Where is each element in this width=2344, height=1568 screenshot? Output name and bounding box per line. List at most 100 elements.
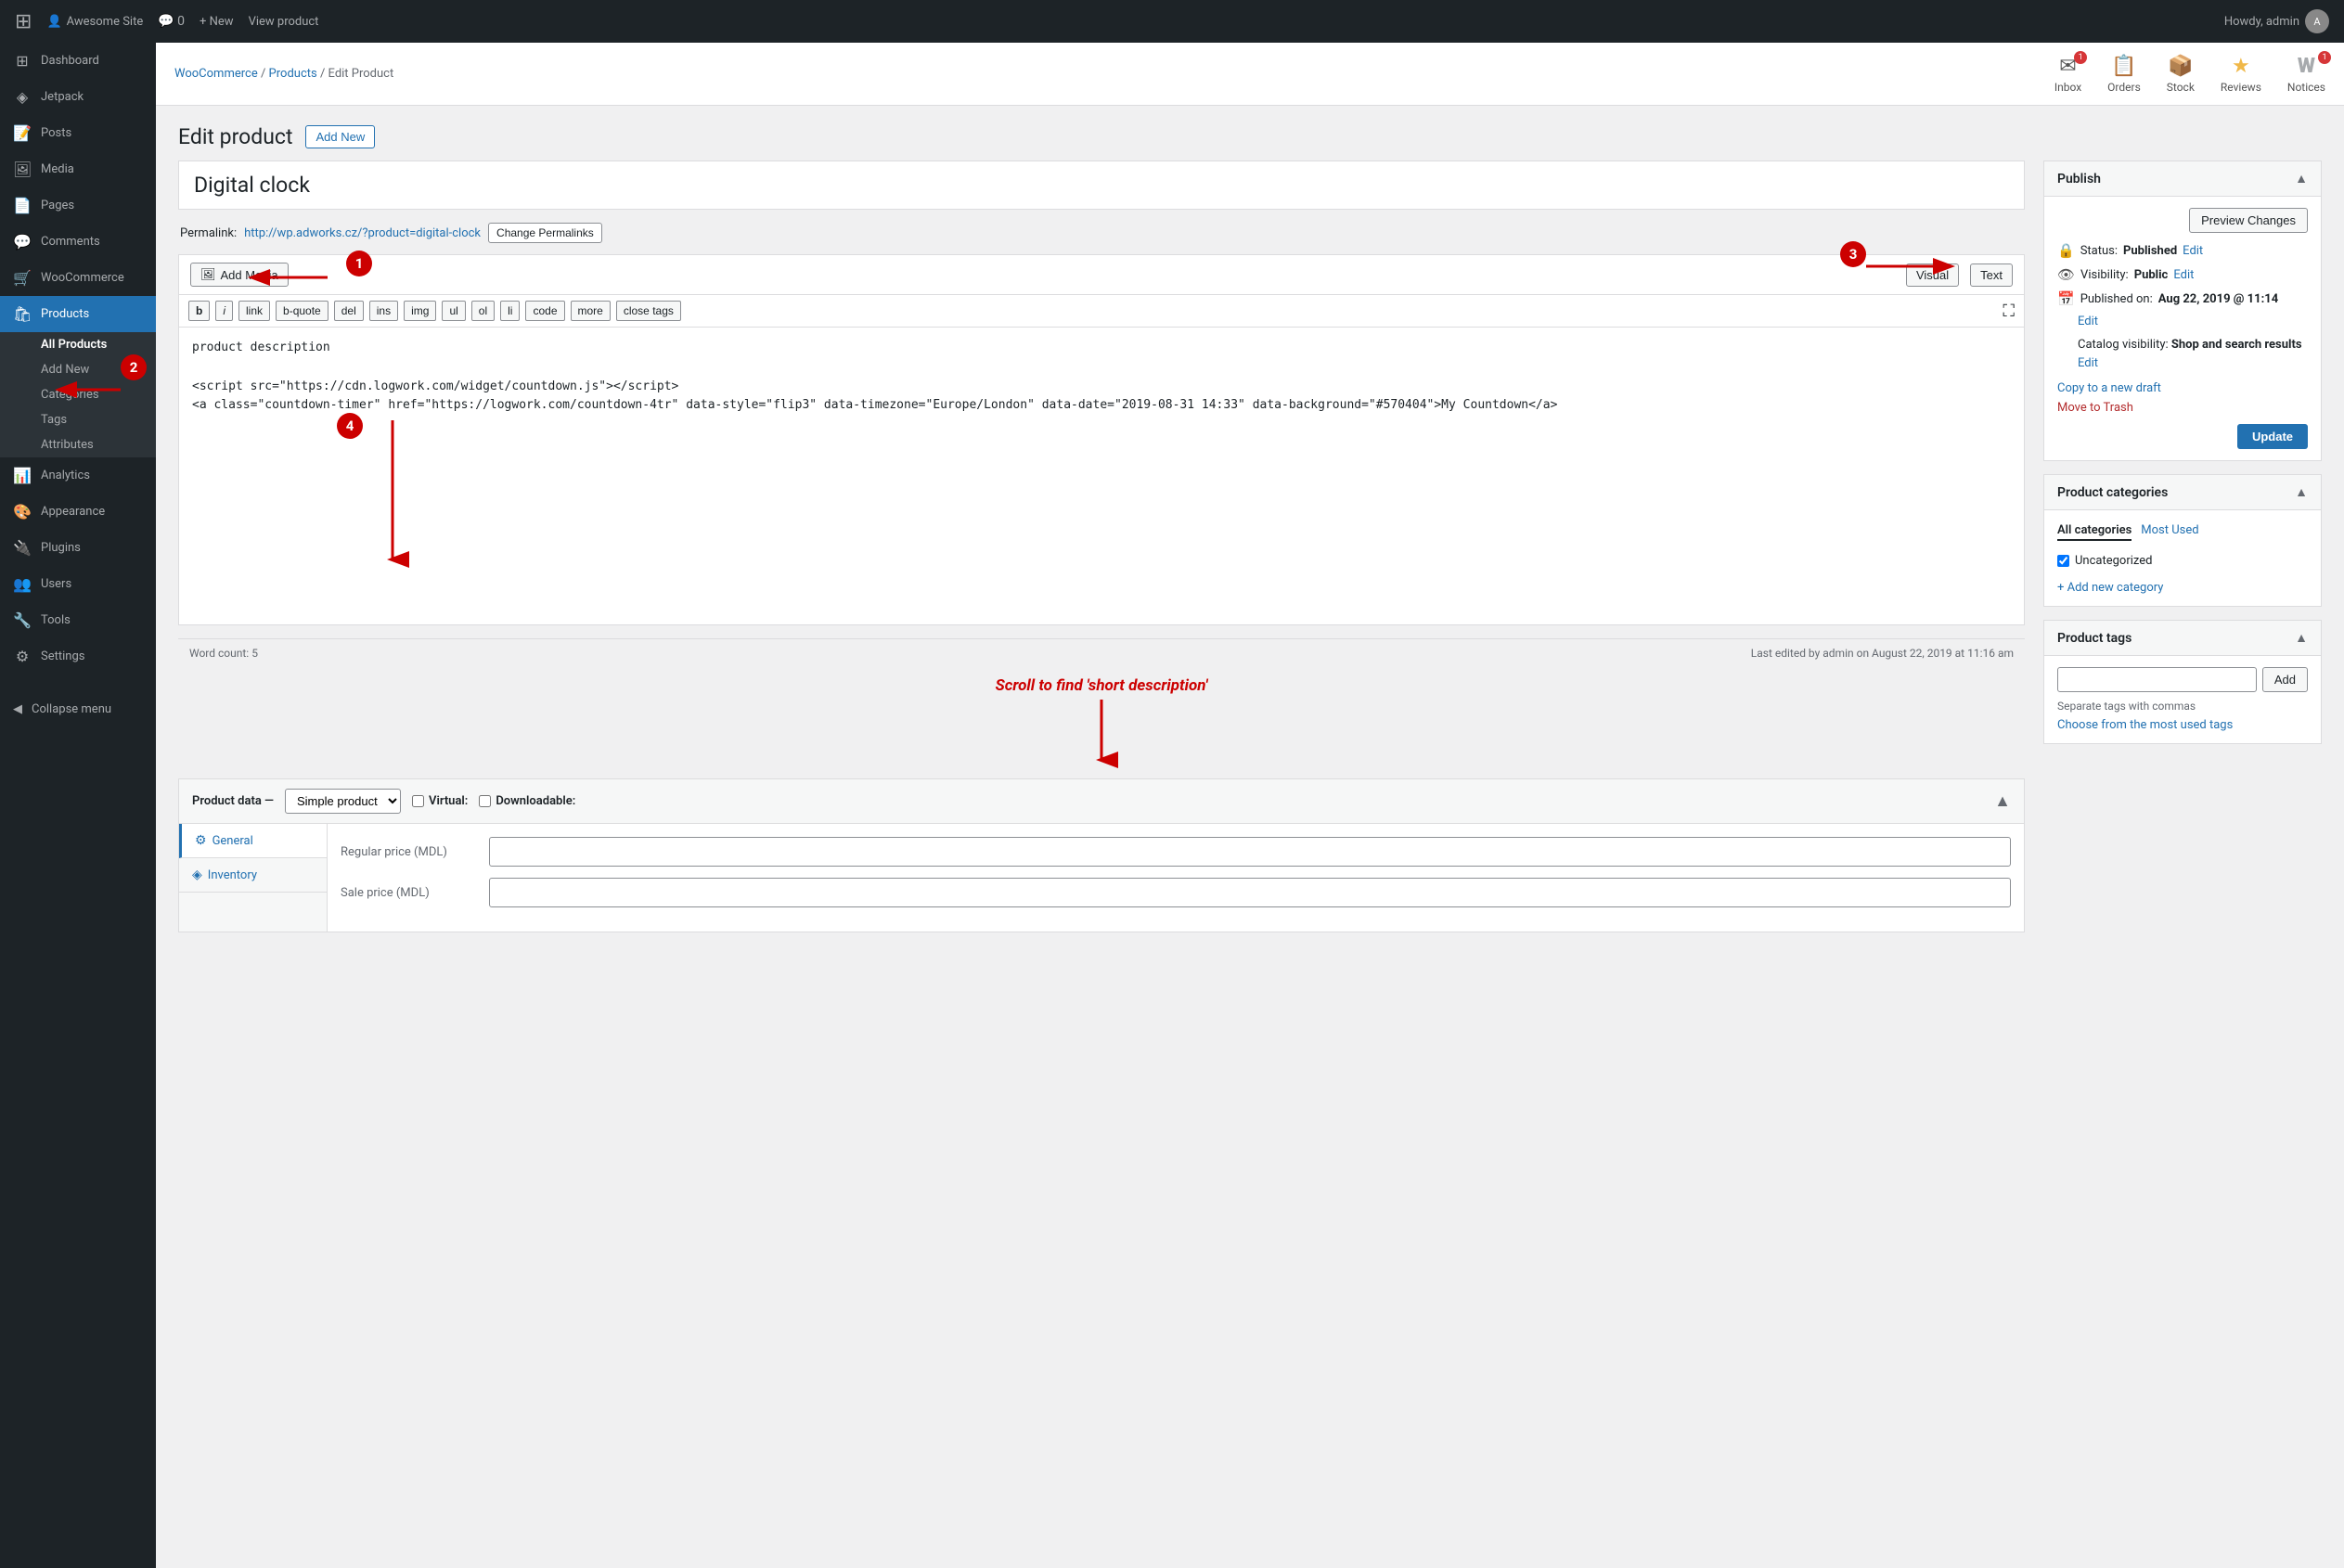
code-button[interactable]: code (525, 301, 564, 321)
sidebar-item-appearance[interactable]: 🎨 Appearance (0, 494, 156, 530)
sidebar-item-label: Media (41, 162, 74, 176)
ul-button[interactable]: ul (442, 301, 465, 321)
user-avatar: A (2305, 9, 2329, 33)
publish-panel-header[interactable]: Publish ▲ (2044, 161, 2321, 197)
sidebar-item-woocommerce[interactable]: 🛒 WooCommerce (0, 260, 156, 296)
product-data-collapse-icon[interactable]: ▲ (1994, 791, 2011, 811)
collapse-menu-button[interactable]: ◀ Collapse menu (0, 693, 156, 726)
sidebar-item-settings[interactable]: ⚙ Settings (0, 638, 156, 675)
stock-icon-item[interactable]: 📦 Stock (2167, 55, 2195, 94)
site-name[interactable]: 👤 Awesome Site (46, 15, 143, 29)
notices-icon-item[interactable]: W 1 Notices (2287, 55, 2325, 94)
fullscreen-icon[interactable]: ⛶ (2003, 302, 2015, 321)
link-button[interactable]: link (238, 301, 270, 321)
bold-button[interactable]: b (188, 301, 210, 321)
text-tab[interactable]: Text (1970, 263, 2013, 287)
editor-content[interactable]: product description <script src="https:/… (179, 328, 2024, 624)
sidebar-item-comments[interactable]: 💬 Comments (0, 224, 156, 260)
uncategorized-checkbox[interactable] (2057, 555, 2069, 567)
ins-button[interactable]: ins (369, 301, 398, 321)
comments-icon: 💬 (13, 233, 32, 251)
choose-tags-link[interactable]: Choose from the most used tags (2057, 718, 2233, 732)
tags-add-button[interactable]: Add (2262, 667, 2308, 692)
editor-footer: Word count: 5 Last edited by admin on Au… (178, 638, 2025, 667)
bquote-button[interactable]: b-quote (276, 301, 328, 321)
last-edited: Last edited by admin on August 22, 2019 … (1751, 647, 2014, 660)
reviews-icon-item[interactable]: ★ Reviews (2221, 55, 2261, 94)
sale-price-row: Sale price (MDL) (341, 878, 2011, 907)
copy-draft-link[interactable]: Copy to a new draft (2057, 381, 2308, 395)
tags-panel-header[interactable]: Product tags ▲ (2044, 621, 2321, 656)
sidebar-item-label: Plugins (41, 541, 81, 555)
visibility-label: Visibility: (2080, 268, 2129, 282)
all-cats-tab[interactable]: All categories (2057, 521, 2131, 541)
submenu-attributes[interactable]: Attributes (0, 432, 156, 457)
new-item-button[interactable]: + New (200, 15, 234, 29)
product-title-box: Digital clock (178, 161, 2025, 210)
scroll-arrow (1083, 695, 1120, 769)
categories-collapse-icon: ▲ (2295, 484, 2308, 500)
status-edit-link[interactable]: Edit (2183, 244, 2203, 258)
permalink-url[interactable]: http://wp.adworks.cz/?product=digital-cl… (244, 226, 481, 240)
categories-panel-header[interactable]: Product categories ▲ (2044, 475, 2321, 510)
add-new-category-link[interactable]: + Add new category (2057, 581, 2163, 595)
word-count: Word count: 5 (189, 647, 258, 660)
appearance-icon: 🎨 (13, 503, 32, 521)
regular-price-input[interactable] (489, 837, 2011, 867)
sidebar-item-tools[interactable]: 🔧 Tools (0, 602, 156, 638)
submenu-add-new[interactable]: Add New (0, 357, 156, 382)
sidebar-item-jetpack[interactable]: ◈ Jetpack (0, 79, 156, 115)
sidebar-item-dashboard[interactable]: ⊞ Dashboard (0, 43, 156, 79)
preview-changes-button[interactable]: Preview Changes (2189, 208, 2308, 233)
li-button[interactable]: li (500, 301, 520, 321)
add-new-button[interactable]: Add New (305, 125, 375, 148)
visibility-edit-link[interactable]: Edit (2173, 268, 2194, 282)
view-product-link[interactable]: View product (249, 15, 319, 29)
most-used-tab[interactable]: Most Used (2141, 521, 2198, 541)
pd-tab-inventory[interactable]: ◈ Inventory (179, 858, 327, 893)
change-permalinks-button[interactable]: Change Permalinks (488, 223, 602, 243)
top-icons: ✉ 1 Inbox 📋 Orders 📦 Stock ★ Reviews (2054, 55, 2325, 94)
sidebar-item-products[interactable]: 🛍 Products (0, 296, 156, 332)
sidebar-item-plugins[interactable]: 🔌 Plugins (0, 530, 156, 566)
collapse-icon: ◀ (13, 702, 22, 716)
ol-button[interactable]: ol (471, 301, 495, 321)
comment-icon: 💬 0 (158, 14, 185, 29)
permalink-label: Permalink: (180, 226, 237, 240)
breadcrumb-woocommerce[interactable]: WooCommerce (174, 67, 258, 81)
del-button[interactable]: del (334, 301, 364, 321)
update-button[interactable]: Update (2237, 424, 2308, 449)
move-trash-link[interactable]: Move to Trash (2057, 401, 2308, 415)
tags-input[interactable] (2057, 667, 2257, 692)
submenu-all-products[interactable]: All Products (0, 332, 156, 357)
howdy-menu[interactable]: Howdy, admin A (2224, 9, 2329, 33)
catalog-value: Shop and search results (2171, 338, 2302, 352)
more-button[interactable]: more (571, 301, 611, 321)
sidebar-item-media[interactable]: 🖼 Media (0, 151, 156, 187)
virtual-checkbox[interactable] (412, 795, 424, 807)
sidebar-item-analytics[interactable]: 📊 Analytics (0, 457, 156, 494)
product-title-input[interactable]: Digital clock (194, 173, 2009, 198)
arrow-3 (1857, 248, 1968, 294)
catalog-edit-link[interactable]: Edit (2078, 356, 2098, 370)
downloadable-checkbox[interactable] (479, 795, 491, 807)
inbox-icon-item[interactable]: ✉ 1 Inbox (2054, 55, 2081, 94)
pd-tab-general[interactable]: ⚙ General (179, 824, 327, 858)
sidebar-item-posts[interactable]: 📝 Posts (0, 115, 156, 151)
published-edit-link[interactable]: Edit (2078, 315, 2098, 328)
orders-icon-item[interactable]: 📋 Orders (2107, 55, 2141, 94)
sale-price-input[interactable] (489, 878, 2011, 907)
submenu-categories[interactable]: Categories (0, 382, 156, 407)
howdy-text: Howdy, admin (2224, 15, 2299, 29)
sidebar-item-label: Analytics (41, 469, 90, 482)
sidebar-item-pages[interactable]: 📄 Pages (0, 187, 156, 224)
breadcrumb-products[interactable]: Products (269, 67, 317, 81)
product-type-select[interactable]: Simple product (285, 789, 401, 814)
close-tags-button[interactable]: close tags (616, 301, 681, 321)
sidebar-item-label: Posts (41, 126, 71, 140)
regular-price-label: Regular price (MDL) (341, 845, 489, 859)
img-button[interactable]: img (404, 301, 436, 321)
submenu-tags[interactable]: Tags (0, 407, 156, 432)
italic-button[interactable]: i (215, 301, 233, 321)
sidebar-item-users[interactable]: 👥 Users (0, 566, 156, 602)
